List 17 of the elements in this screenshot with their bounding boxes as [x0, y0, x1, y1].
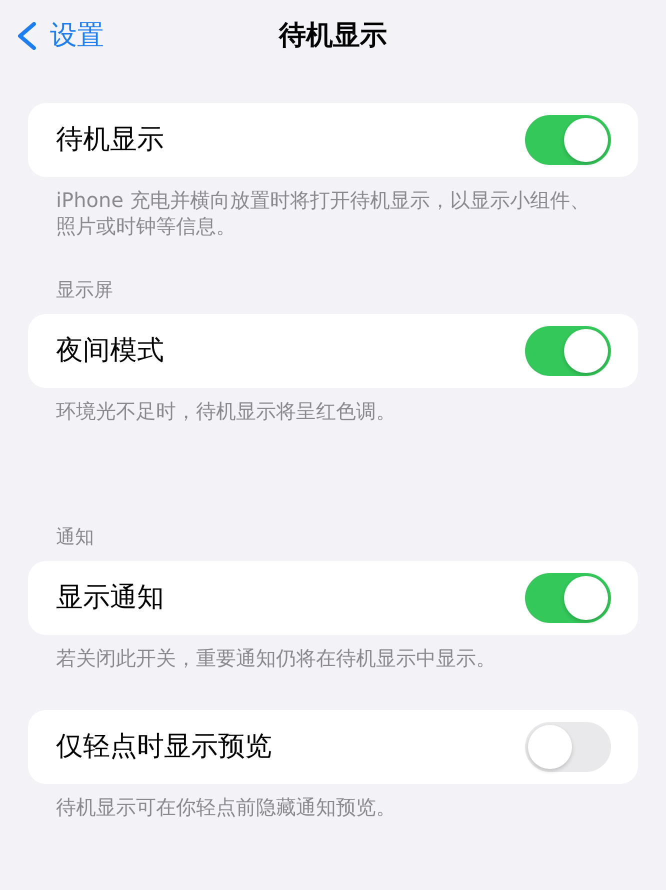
- toggle-switch[interactable]: [525, 115, 611, 165]
- section-footer: 待机显示可在你轻点前隐藏通知预览。: [0, 784, 666, 820]
- setting-label: 仅轻点时显示预览: [56, 730, 272, 764]
- toggle-switch[interactable]: [525, 573, 611, 623]
- back-button[interactable]: 设置: [16, 19, 104, 53]
- section-header: 通知: [56, 525, 95, 549]
- setting-label: 夜间模式: [56, 334, 164, 368]
- section-header: 显示屏: [56, 278, 114, 302]
- toggle-switch[interactable]: [525, 326, 611, 376]
- section-footer: 若关闭此开关，重要通知仍将在待机显示中显示。: [0, 635, 666, 671]
- page-title: 待机显示: [279, 19, 387, 53]
- section-footer: iPhone 充电并横向放置时将打开待机显示，以显示小组件、照片或时钟等信息。: [0, 177, 666, 239]
- section-footer: 环境光不足时，待机显示将呈红色调。: [0, 388, 666, 424]
- chevron-left-icon: [16, 22, 37, 50]
- setting-label: 显示通知: [56, 581, 164, 615]
- toggle-switch[interactable]: [525, 722, 611, 772]
- setting-label: 待机显示: [56, 123, 164, 157]
